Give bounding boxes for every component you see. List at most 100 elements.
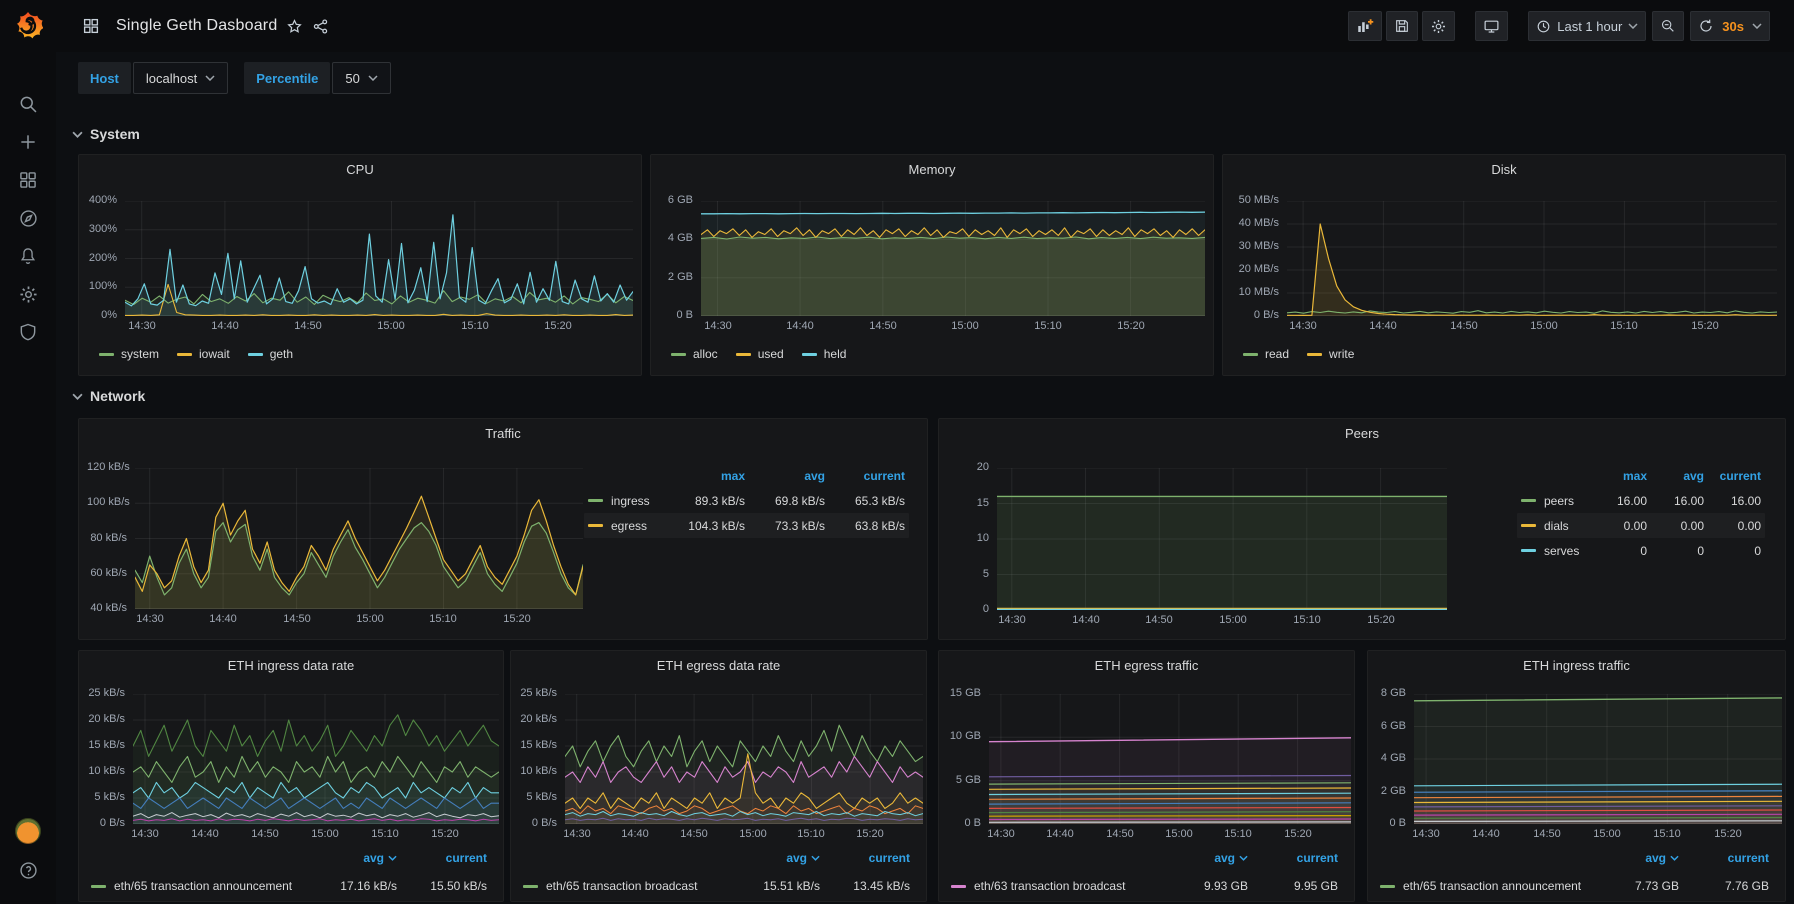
x-axis-label: 15:10: [1602, 320, 1646, 332]
dashboards-icon[interactable]: [16, 168, 40, 192]
legend-header-row: max avg current: [584, 463, 909, 488]
zoom-out-time-button[interactable]: [1652, 11, 1684, 41]
legend-col-current[interactable]: current: [1704, 469, 1761, 483]
panel-title[interactable]: Memory: [651, 162, 1213, 177]
panel-memory: Memory 0 B2 GB4 GB6 GB14:3014:4014:5015:…: [650, 154, 1214, 376]
refresh-button[interactable]: 30s: [1690, 11, 1770, 41]
panel-title[interactable]: ETH egress traffic: [939, 658, 1354, 673]
disk-chart[interactable]: 0 B/s10 MB/s20 MB/s30 MB/s40 MB/s50 MB/s…: [1231, 201, 1777, 334]
search-icon[interactable]: [16, 92, 40, 116]
traffic-chart[interactable]: 40 kB/s60 kB/s80 kB/s100 kB/s120 kB/s14:…: [87, 468, 583, 627]
legend-header-row: max avg current: [1517, 463, 1765, 488]
legend-item[interactable]: geth: [248, 347, 293, 361]
x-axis-label: 14:30: [128, 613, 172, 625]
y-axis-label: 20 kB/s: [85, 713, 125, 725]
host-variable-select[interactable]: localhost: [133, 62, 228, 94]
legend-item[interactable]: write: [1307, 347, 1354, 361]
legend-col-current[interactable]: current: [820, 851, 910, 865]
x-axis-label: 14:40: [1464, 828, 1508, 840]
legend-item[interactable]: alloc: [671, 347, 718, 361]
tv-mode-button[interactable]: [1475, 11, 1508, 41]
x-axis-label: 14:30: [1404, 828, 1448, 840]
alerting-bell-icon[interactable]: [16, 244, 40, 268]
x-axis-label: 14:30: [696, 320, 740, 332]
eth-egress-traffic-chart[interactable]: 0 B5 GB10 GB15 GB14:3014:4014:5015:0015:…: [945, 694, 1351, 842]
x-axis-label: 15:20: [1109, 320, 1153, 332]
series-color-dash: [1521, 524, 1536, 527]
panel-title[interactable]: ETH ingress traffic: [1368, 658, 1785, 673]
configuration-gear-icon[interactable]: [16, 282, 40, 306]
legend-item[interactable]: iowait: [177, 347, 230, 361]
legend-col-avg[interactable]: avg: [745, 469, 825, 483]
peers-chart[interactable]: 0510152014:3014:4014:5015:0015:1015:20: [947, 468, 1447, 628]
legend-col-max[interactable]: max: [1590, 469, 1647, 483]
dashboard-settings-button[interactable]: [1422, 11, 1455, 41]
user-avatar[interactable]: [15, 818, 41, 844]
grafana-logo-icon[interactable]: [13, 10, 43, 42]
x-axis-label: 15:00: [1585, 828, 1629, 840]
explore-compass-icon[interactable]: [16, 206, 40, 230]
dashboard-squares-icon[interactable]: [78, 13, 104, 39]
chevron-down-icon: [1628, 23, 1638, 29]
legend-col-avg[interactable]: avg: [307, 851, 397, 865]
panel-title[interactable]: Traffic: [79, 426, 927, 441]
help-icon[interactable]: [16, 858, 40, 882]
legend-col-avg[interactable]: avg: [1589, 851, 1679, 865]
share-icon[interactable]: [307, 13, 333, 39]
row-collapse-chevron-icon: [72, 131, 83, 138]
panel-title[interactable]: ETH egress data rate: [511, 658, 926, 673]
disk-legend: read write: [1243, 347, 1354, 361]
panel-title[interactable]: Peers: [939, 426, 1785, 441]
sort-caret-icon: [811, 855, 820, 861]
favorite-star-icon[interactable]: [281, 13, 307, 39]
legend-item[interactable]: read: [1243, 347, 1289, 361]
panel-title[interactable]: Disk: [1223, 162, 1785, 177]
legend-col-current[interactable]: current: [1679, 851, 1769, 865]
y-axis-label: 0 B/s: [1231, 309, 1279, 321]
eth-egress-rate-chart[interactable]: 0 B/s5 kB/s10 kB/s15 kB/s20 kB/s25 kB/s1…: [517, 694, 923, 842]
panel-title[interactable]: ETH ingress data rate: [79, 658, 503, 673]
legend-item[interactable]: held: [802, 347, 847, 361]
sort-caret-icon: [1239, 855, 1248, 861]
eth-ingress-traffic-chart[interactable]: 0 B2 GB4 GB6 GB8 GB14:3014:4014:5015:001…: [1374, 694, 1782, 842]
add-panel-button[interactable]: [1348, 11, 1382, 41]
x-axis-label: 15:10: [1216, 828, 1260, 840]
legend-item[interactable]: system: [99, 347, 159, 361]
time-range-picker[interactable]: Last 1 hour: [1528, 11, 1646, 41]
cpu-chart[interactable]: 0%100%200%300%400%14:3014:4014:5015:0015…: [87, 201, 633, 334]
row-header-system[interactable]: System: [72, 126, 140, 142]
legend-col-current[interactable]: current: [1248, 851, 1338, 865]
legend-col-current[interactable]: current: [825, 469, 905, 483]
eth-ingress-rate-chart[interactable]: 0 B/s5 kB/s10 kB/s15 kB/s20 kB/s25 kB/s1…: [85, 694, 499, 842]
y-axis-label: 0 B/s: [85, 817, 125, 829]
x-axis-label: 14:50: [1525, 828, 1569, 840]
series-color-dash: [951, 885, 966, 888]
y-axis-label: 10: [947, 532, 989, 544]
legend-row: peers 16.00 16.00 16.00: [1517, 488, 1765, 513]
panel-title[interactable]: CPU: [79, 162, 641, 177]
series-color-dash: [802, 353, 817, 356]
memory-chart[interactable]: 0 B2 GB4 GB6 GB14:3014:4014:5015:0015:10…: [659, 201, 1205, 334]
y-axis-label: 5 kB/s: [517, 791, 557, 803]
legend-item[interactable]: used: [736, 347, 784, 361]
y-axis-label: 15 kB/s: [85, 739, 125, 751]
y-axis-label: 8 GB: [1374, 687, 1406, 699]
create-plus-icon[interactable]: [16, 130, 40, 154]
y-axis-label: 5 GB: [945, 774, 981, 786]
x-axis-label: 15:10: [453, 320, 497, 332]
chevron-down-icon: [368, 75, 378, 81]
save-dashboard-button[interactable]: [1386, 11, 1418, 41]
legend-col-avg[interactable]: avg: [730, 851, 820, 865]
legend-col-avg[interactable]: avg: [1647, 469, 1704, 483]
x-axis-label: 15:10: [789, 828, 833, 840]
legend-col-current[interactable]: current: [397, 851, 487, 865]
row-header-network[interactable]: Network: [72, 388, 145, 404]
host-variable-label: Host: [78, 62, 131, 94]
percentile-variable-select[interactable]: 50: [332, 62, 390, 94]
server-admin-shield-icon[interactable]: [16, 320, 40, 344]
y-axis-label: 10 GB: [945, 730, 981, 742]
chart-canvas: [125, 201, 633, 316]
legend-col-avg[interactable]: avg: [1158, 851, 1248, 865]
y-axis-label: 15: [947, 497, 989, 509]
legend-col-max[interactable]: max: [659, 469, 745, 483]
